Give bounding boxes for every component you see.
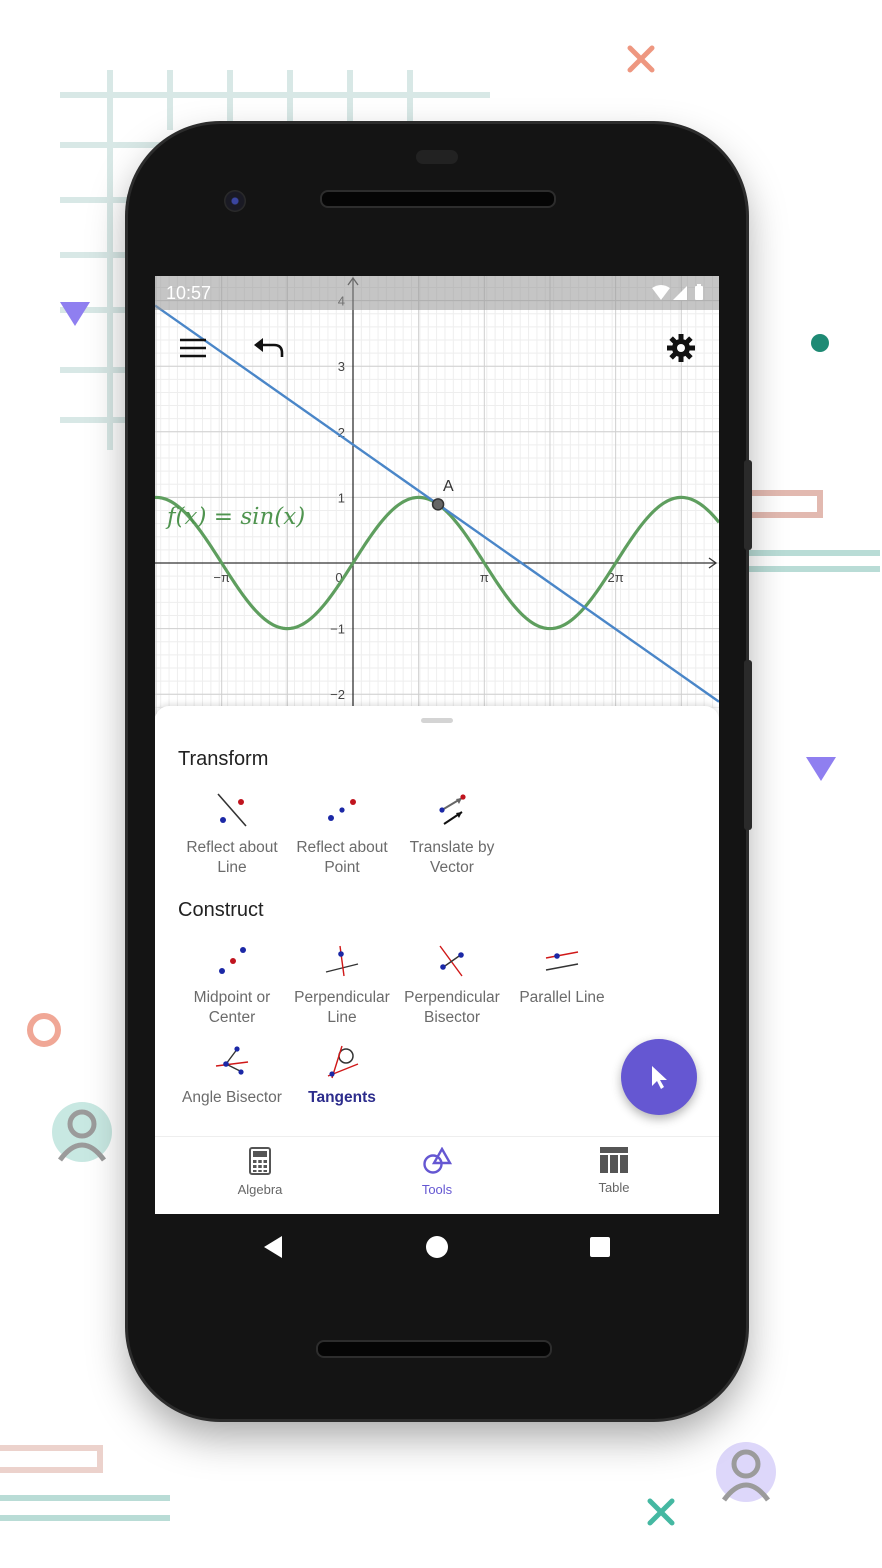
back-nav-icon[interactable] <box>260 1234 286 1260</box>
perpendicular-line-icon <box>325 945 359 977</box>
stroke-decoration-right <box>740 490 880 572</box>
tool-parallel-line[interactable]: Parallel Line <box>507 942 617 1008</box>
select-tool-fab[interactable] <box>621 1039 697 1115</box>
stroke-decoration-bottom <box>0 1445 170 1521</box>
menu-button[interactable] <box>171 326 215 370</box>
dot-decoration <box>811 334 829 352</box>
translate-vector-icon <box>439 794 466 825</box>
top-speaker <box>320 190 556 208</box>
close-cross-decoration <box>627 45 655 73</box>
bottom-speaker <box>316 1340 552 1358</box>
angle-bisector-icon <box>215 1046 249 1075</box>
cross-decoration-bottom <box>647 1498 675 1526</box>
drag-handle[interactable] <box>421 718 453 723</box>
home-nav-icon[interactable] <box>425 1235 449 1259</box>
graph-canvas[interactable]: 4321−1−2−π0π2π <box>155 276 719 716</box>
triangle-decoration-right <box>806 757 836 781</box>
y-tick-label: −2 <box>330 687 345 702</box>
section-title-transform: Transform <box>178 748 269 770</box>
function-label[interactable]: f(x) = sin(x) <box>167 504 305 530</box>
x-tick-label: π <box>480 570 489 585</box>
settings-button[interactable] <box>659 326 703 370</box>
menu-icon <box>180 338 206 358</box>
reflect-line-icon <box>217 793 247 827</box>
point-a <box>431 498 445 511</box>
reflect-point-icon <box>328 799 356 821</box>
tool-perpendicular-line[interactable]: Perpendicular Line <box>287 942 397 1028</box>
perpendicular-bisector-icon <box>439 945 464 977</box>
tool-midpoint[interactable]: Midpoint or Center <box>177 942 287 1028</box>
undo-icon <box>254 338 284 357</box>
ring-decoration <box>27 1013 61 1047</box>
recents-nav-icon[interactable] <box>589 1236 611 1258</box>
tool-translate-vector[interactable]: Translate by Vector <box>397 792 507 878</box>
tangents-icon <box>327 1045 359 1079</box>
cursor-arrow-icon <box>652 1066 667 1089</box>
tool-reflect-line[interactable]: Reflect about Line <box>177 792 287 878</box>
volume-button <box>744 660 752 830</box>
section-title-construct: Construct <box>178 899 264 921</box>
app-screen: 4321−1−2−π0π2π 10:57 <box>155 276 719 1214</box>
status-icons <box>651 284 709 307</box>
tools-icon <box>423 1146 453 1174</box>
undo-button[interactable] <box>247 326 291 370</box>
status-bar: 10:57 <box>155 276 719 310</box>
front-camera <box>224 190 246 212</box>
person-icon-decoration-bottom <box>716 1442 776 1502</box>
person-icon-decoration <box>52 1102 112 1162</box>
battery-icon <box>695 286 703 300</box>
triangle-decoration <box>60 302 90 326</box>
point-label: A <box>443 478 454 495</box>
y-tick-label: 1 <box>338 490 345 505</box>
power-button <box>744 460 752 550</box>
tool-tangents[interactable]: Tangents <box>287 1042 397 1108</box>
table-icon <box>600 1147 628 1173</box>
tool-angle-bisector[interactable]: Angle Bisector <box>177 1042 287 1108</box>
parallel-line-icon <box>545 951 579 971</box>
nav-tools[interactable]: Tools <box>382 1146 492 1197</box>
notch-sensor <box>416 150 458 164</box>
y-tick-label: −1 <box>330 622 345 637</box>
status-time: 10:57 <box>166 283 212 303</box>
nav-table[interactable]: Table <box>559 1147 669 1195</box>
gear-icon <box>667 334 695 362</box>
calculator-icon <box>249 1147 271 1175</box>
signal-icon <box>673 286 687 300</box>
bottom-navigation: Algebra Tools Table <box>155 1136 719 1214</box>
tool-perpendicular-bisector[interactable]: Perpendicular Bisector <box>397 942 507 1028</box>
wifi-icon <box>652 285 670 300</box>
y-tick-label: 3 <box>338 359 345 374</box>
tool-reflect-point[interactable]: Reflect about Point <box>287 792 397 878</box>
nav-algebra[interactable]: Algebra <box>205 1147 315 1197</box>
midpoint-icon <box>219 947 246 974</box>
